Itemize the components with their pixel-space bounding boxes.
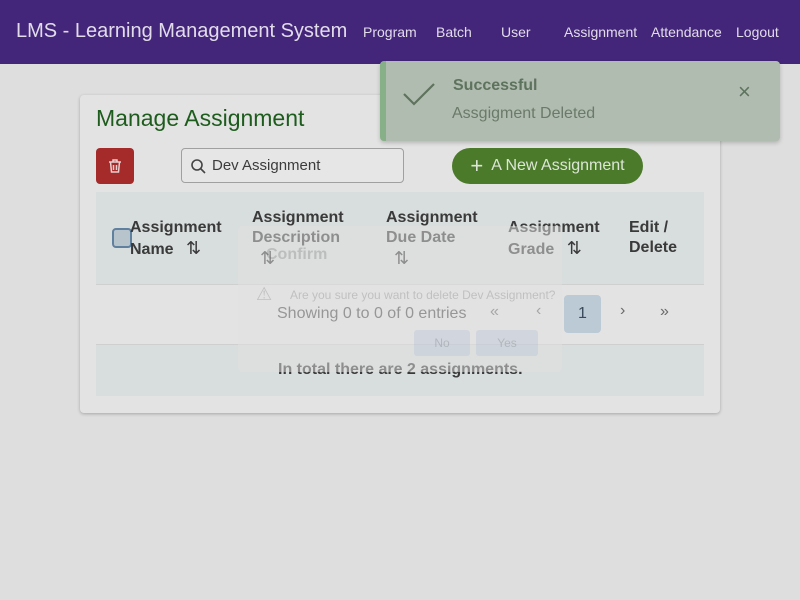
new-assignment-button[interactable]: + A New Assignment bbox=[452, 148, 643, 184]
toast-title: Successful bbox=[453, 77, 538, 94]
search-icon bbox=[191, 158, 206, 174]
success-toast: Successful Assgigment Deleted × bbox=[380, 61, 780, 141]
nav-assignment[interactable]: Assignment bbox=[564, 24, 637, 40]
page-1-button[interactable]: 1 bbox=[564, 295, 601, 333]
no-button[interactable]: No bbox=[414, 330, 470, 356]
search-input[interactable] bbox=[212, 157, 392, 174]
app-brand: LMS - Learning Management System bbox=[16, 20, 348, 42]
col-edit-delete: Edit / Delete bbox=[629, 219, 678, 256]
close-toast-icon[interactable]: × bbox=[738, 79, 751, 105]
toast-message: Assgigment Deleted bbox=[452, 105, 596, 122]
select-all-checkbox[interactable] bbox=[112, 228, 132, 248]
nav-program[interactable]: Program bbox=[363, 24, 417, 40]
plus-icon: + bbox=[470, 153, 484, 178]
delete-selected-button[interactable] bbox=[96, 148, 134, 184]
nav-attendance[interactable]: Attendance bbox=[651, 24, 722, 40]
confirm-dialog: Confirm ⚠ Are you sure you want to delet… bbox=[238, 226, 562, 372]
page-title: Manage Assignment bbox=[96, 105, 305, 131]
next-page-button[interactable]: › bbox=[620, 302, 625, 320]
sort-icon: ⇅ bbox=[186, 238, 202, 258]
yes-button[interactable]: Yes bbox=[476, 330, 538, 356]
search-box[interactable] bbox=[181, 148, 404, 183]
last-page-button[interactable]: » bbox=[660, 303, 669, 321]
sort-icon: ⇅ bbox=[566, 238, 582, 258]
new-assignment-label: A New Assignment bbox=[491, 157, 625, 174]
nav-user[interactable]: User bbox=[501, 24, 531, 40]
col-name[interactable]: Assignment Name ⇅ bbox=[130, 218, 222, 260]
checkmark-icon bbox=[403, 83, 435, 106]
trash-icon bbox=[109, 159, 121, 173]
nav-batch[interactable]: Batch bbox=[436, 24, 472, 40]
dialog-message: Are you sure you want to delete Dev Assi… bbox=[290, 288, 556, 302]
top-navbar: LMS - Learning Management System Program… bbox=[0, 0, 800, 64]
nav-logout[interactable]: Logout bbox=[736, 24, 779, 40]
warning-icon: ⚠ bbox=[256, 284, 273, 304]
dialog-title: Confirm bbox=[266, 246, 328, 263]
